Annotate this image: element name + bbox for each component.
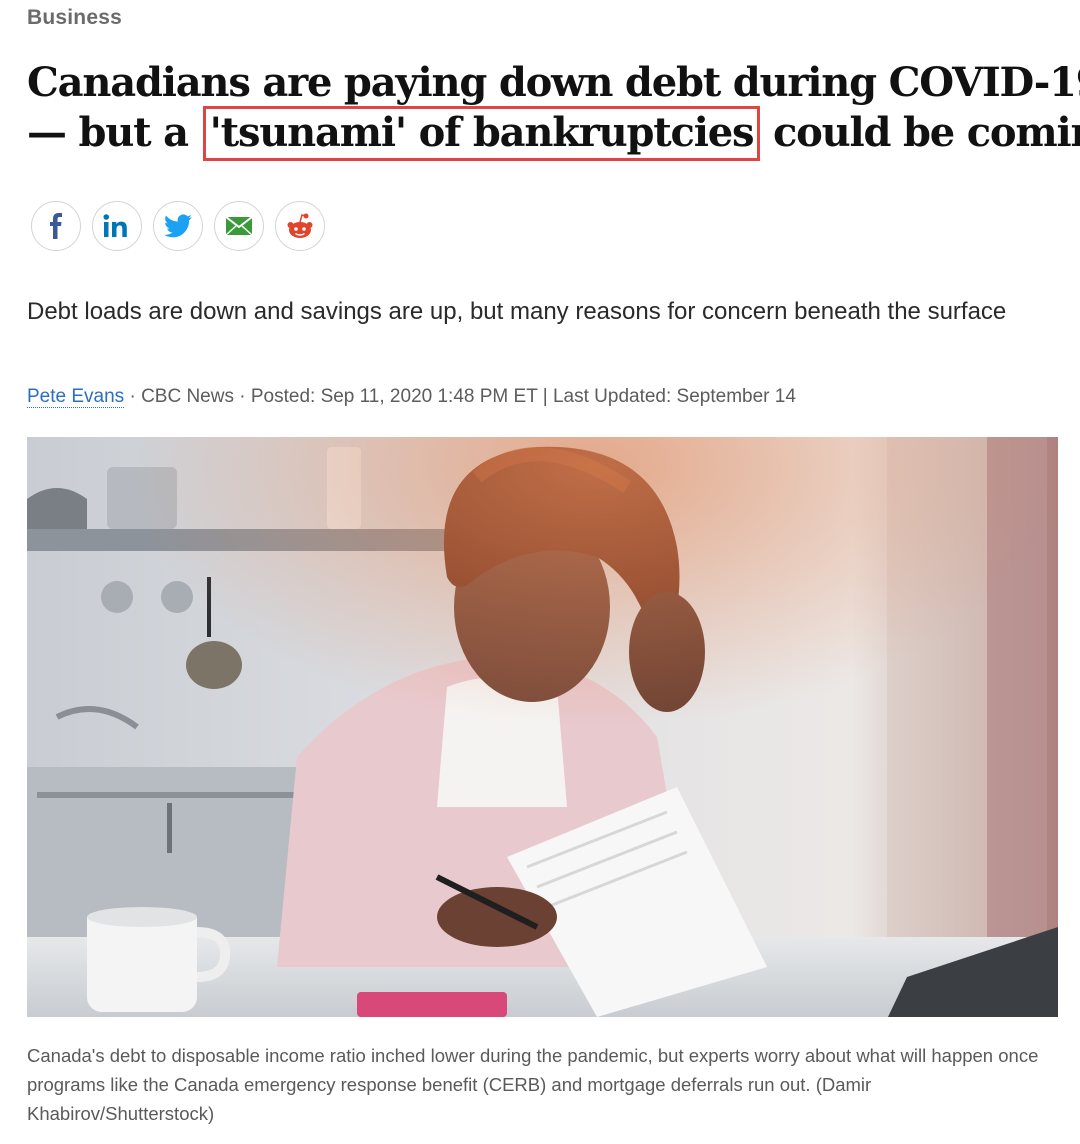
byline-outlet: CBC News xyxy=(141,386,234,407)
linkedin-icon xyxy=(103,214,127,237)
article-deck: Debt loads are down and savings are up, … xyxy=(27,298,1007,325)
headline-highlight: 'tsunami' of bankruptcies xyxy=(202,106,761,161)
author-link[interactable]: Pete Evans xyxy=(27,386,125,408)
twitter-icon xyxy=(164,214,192,238)
facebook-icon xyxy=(50,213,62,239)
section-label[interactable]: Business xyxy=(27,6,122,30)
share-email-button[interactable] xyxy=(214,201,264,251)
headline-line-2-pre: — but a xyxy=(27,109,201,156)
headline-line-1: Canadians are paying down debt during CO… xyxy=(27,59,1080,106)
byline: Pete Evans · CBC News · Posted: Sep 11, … xyxy=(27,386,796,408)
image-caption: Canada's debt to disposable income ratio… xyxy=(27,1045,1039,1124)
share-twitter-button[interactable] xyxy=(153,201,203,251)
headline-line-2: — but a 'tsunami' of bankruptcies could … xyxy=(27,106,1080,161)
share-linkedin-button[interactable] xyxy=(92,201,142,251)
headline: Canadians are paying down debt during CO… xyxy=(27,58,1080,161)
byline-separator: · xyxy=(233,386,251,407)
email-icon xyxy=(225,216,253,236)
reddit-icon xyxy=(287,213,313,238)
byline-separator: · xyxy=(124,386,142,407)
share-buttons xyxy=(31,201,325,251)
headline-line-2-post: could be coming xyxy=(772,109,1080,156)
byline-posted: Posted: Sep 11, 2020 1:48 PM ET xyxy=(250,386,538,407)
byline-updated: Last Updated: September 14 xyxy=(552,386,796,407)
share-facebook-button[interactable] xyxy=(31,201,81,251)
byline-separator: | xyxy=(537,386,553,407)
hero-photo xyxy=(27,437,1058,1017)
share-reddit-button[interactable] xyxy=(275,201,325,251)
hero-image xyxy=(27,437,1058,1017)
